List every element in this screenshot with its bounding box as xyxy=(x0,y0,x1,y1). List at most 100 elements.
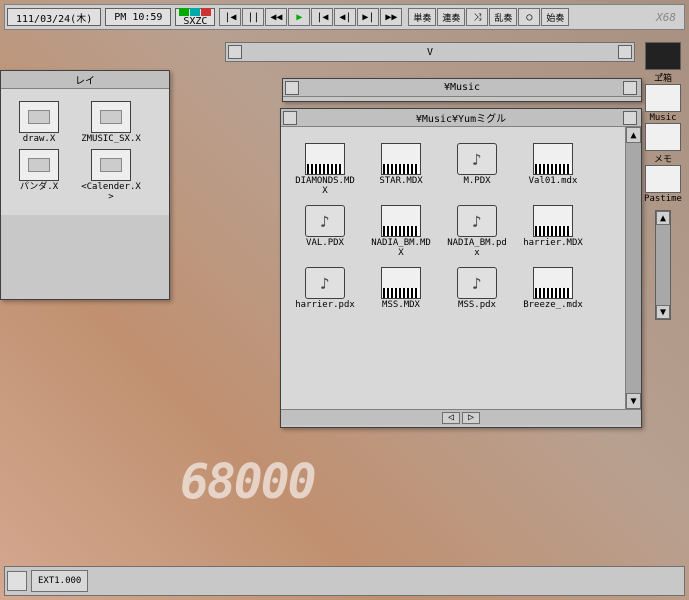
file-label: パンダ.X xyxy=(20,183,58,193)
window-content: DIAMONDS.MDX STAR.MDX M.PDX Val01.mdx VAL.PD… xyxy=(281,127,625,409)
sidebar-scrollbar[interactable]: ▲ ▼ xyxy=(655,210,671,320)
sidebar-label: Music xyxy=(649,113,676,123)
scroll-track[interactable] xyxy=(626,143,641,393)
sidebar-label: メモ xyxy=(654,152,672,165)
bar-close-button[interactable] xyxy=(228,45,242,59)
file-label: DIAMONDS.MDX xyxy=(293,177,357,197)
file-item[interactable]: NADIA_BM.pdx xyxy=(445,205,509,259)
file-label: harrier.pdx xyxy=(295,301,355,311)
prev-button[interactable]: |◀ xyxy=(219,8,241,26)
file-icon xyxy=(19,149,59,181)
mode-start[interactable]: 始奏 xyxy=(541,8,569,26)
file-item[interactable]: VAL.PDX xyxy=(293,205,357,259)
file-icon xyxy=(533,143,573,175)
rew-button[interactable]: ◀◀ xyxy=(265,8,287,26)
bar-resize-button[interactable] xyxy=(618,45,632,59)
sidebar-item[interactable]: メモ xyxy=(641,123,685,165)
clock-time: 10:59 xyxy=(132,12,162,23)
file-item[interactable]: harrier.MDX xyxy=(521,205,585,259)
sidebar-item[interactable]: Pastime xyxy=(641,165,685,204)
file-label: NADIA_BM.MDX xyxy=(369,239,433,259)
window-title: ¥Music xyxy=(301,82,623,93)
mode-repeat[interactable]: 連奏 xyxy=(437,8,465,26)
file-label: M.PDX xyxy=(463,177,490,187)
file-label: MSS.pdx xyxy=(458,301,496,311)
sidebar-icon xyxy=(645,123,681,151)
file-item[interactable]: <Calender.X> xyxy=(79,149,143,203)
window-close-button[interactable] xyxy=(285,81,299,95)
file-item[interactable]: Val01.mdx xyxy=(521,143,585,197)
wallpaper-text: 68000 xyxy=(180,454,315,510)
scroll-right-button[interactable]: ▷ xyxy=(462,412,480,424)
file-item[interactable]: ZMUSIC_SX.X xyxy=(79,101,143,145)
file-label: draw.X xyxy=(23,135,56,145)
titlebar[interactable]: ¥Music¥Yumミグル xyxy=(281,109,641,127)
transport-controls: |◀ || ◀◀ ▶ |◀ ◀| ▶| ▶▶ 単奏 連奏 ⤨ 乱奏 ○ 始奏 xyxy=(219,8,569,26)
window-resize-button[interactable] xyxy=(623,81,637,95)
window-resize-button[interactable] xyxy=(623,111,637,125)
sidebar-icon xyxy=(645,42,681,70)
file-icon xyxy=(381,205,421,237)
file-item[interactable]: NADIA_BM.MDX xyxy=(369,205,433,259)
pause-button[interactable]: || xyxy=(242,8,264,26)
file-item[interactable]: DIAMONDS.MDX xyxy=(293,143,357,197)
mode-random[interactable]: 乱奏 xyxy=(489,8,517,26)
sidebar-item[interactable]: ヹ゙゙箱 xyxy=(641,42,685,84)
scroll-up-button[interactable]: ▲ xyxy=(656,211,670,225)
vertical-scrollbar[interactable]: ▲ ▼ xyxy=(625,127,641,409)
file-icon xyxy=(381,267,421,299)
file-item[interactable]: harrier.pdx xyxy=(293,267,357,311)
file-item[interactable]: STAR.MDX xyxy=(369,143,433,197)
file-item[interactable]: M.PDX xyxy=(445,143,509,197)
sidebar-icon xyxy=(645,84,681,112)
window-title: レイ xyxy=(3,72,167,87)
fwd-button[interactable]: ▶| xyxy=(357,8,379,26)
loop-icon[interactable]: ○ xyxy=(518,8,540,26)
file-icon xyxy=(533,267,573,299)
file-icon xyxy=(305,267,345,299)
file-item[interactable]: MSS.pdx xyxy=(445,267,509,311)
file-item[interactable]: MSS.MDX xyxy=(369,267,433,311)
file-icon xyxy=(19,101,59,133)
window-ray: レイ draw.X ZMUSIC_SX.X パンダ.X <Calender.X> xyxy=(0,70,170,300)
scroll-up-button[interactable]: ▲ xyxy=(626,127,641,143)
file-icon xyxy=(457,143,497,175)
titlebar[interactable]: レイ xyxy=(1,71,169,89)
player-indicator: SXZC xyxy=(175,8,215,26)
scroll-track[interactable] xyxy=(656,225,670,305)
file-label: <Calender.X> xyxy=(79,183,143,203)
mode-single[interactable]: 単奏 xyxy=(408,8,436,26)
taskbar-item[interactable]: EXT1.000 xyxy=(31,570,88,592)
shuffle-icon[interactable]: ⤨ xyxy=(466,8,488,26)
file-label: Breeze_.mdx xyxy=(523,301,583,311)
file-label: harrier.MDX xyxy=(523,239,583,249)
file-icon xyxy=(381,143,421,175)
scroll-down-button[interactable]: ▼ xyxy=(656,305,670,319)
taskbar-icon[interactable] xyxy=(7,571,27,591)
titlebar[interactable]: ¥Music xyxy=(283,79,641,97)
sidebar-item[interactable]: Music xyxy=(641,84,685,123)
window-title: ¥Music¥Yumミグル xyxy=(299,110,623,125)
file-icon xyxy=(305,205,345,237)
ffwd-button[interactable]: ▶▶ xyxy=(380,8,402,26)
back-button[interactable]: ◀| xyxy=(334,8,356,26)
clock-prefix: PM xyxy=(114,12,126,23)
file-icon xyxy=(533,205,573,237)
window-music-parent: ¥Music xyxy=(282,78,642,102)
file-item[interactable]: パンダ.X xyxy=(7,149,71,203)
file-icon xyxy=(457,205,497,237)
file-item[interactable]: draw.X xyxy=(7,101,71,145)
file-label: VAL.PDX xyxy=(306,239,344,249)
sxzc-label: SXZC xyxy=(183,16,207,27)
scroll-down-button[interactable]: ▼ xyxy=(626,393,641,409)
window-close-button[interactable] xyxy=(283,111,297,125)
date-display: 111/03/24(木) xyxy=(7,8,101,26)
menubar: 111/03/24(木) PM 10:59 SXZC |◀ || ◀◀ ▶ |◀… xyxy=(4,4,685,30)
skip-back-button[interactable]: |◀ xyxy=(311,8,333,26)
sidebar-icon xyxy=(645,165,681,193)
play-button[interactable]: ▶ xyxy=(288,8,310,26)
scroll-left-button[interactable]: ◁ xyxy=(442,412,460,424)
file-icon xyxy=(305,143,345,175)
horizontal-scrollbar[interactable]: ◁ ▷ xyxy=(281,409,641,425)
file-item[interactable]: Breeze_.mdx xyxy=(521,267,585,311)
